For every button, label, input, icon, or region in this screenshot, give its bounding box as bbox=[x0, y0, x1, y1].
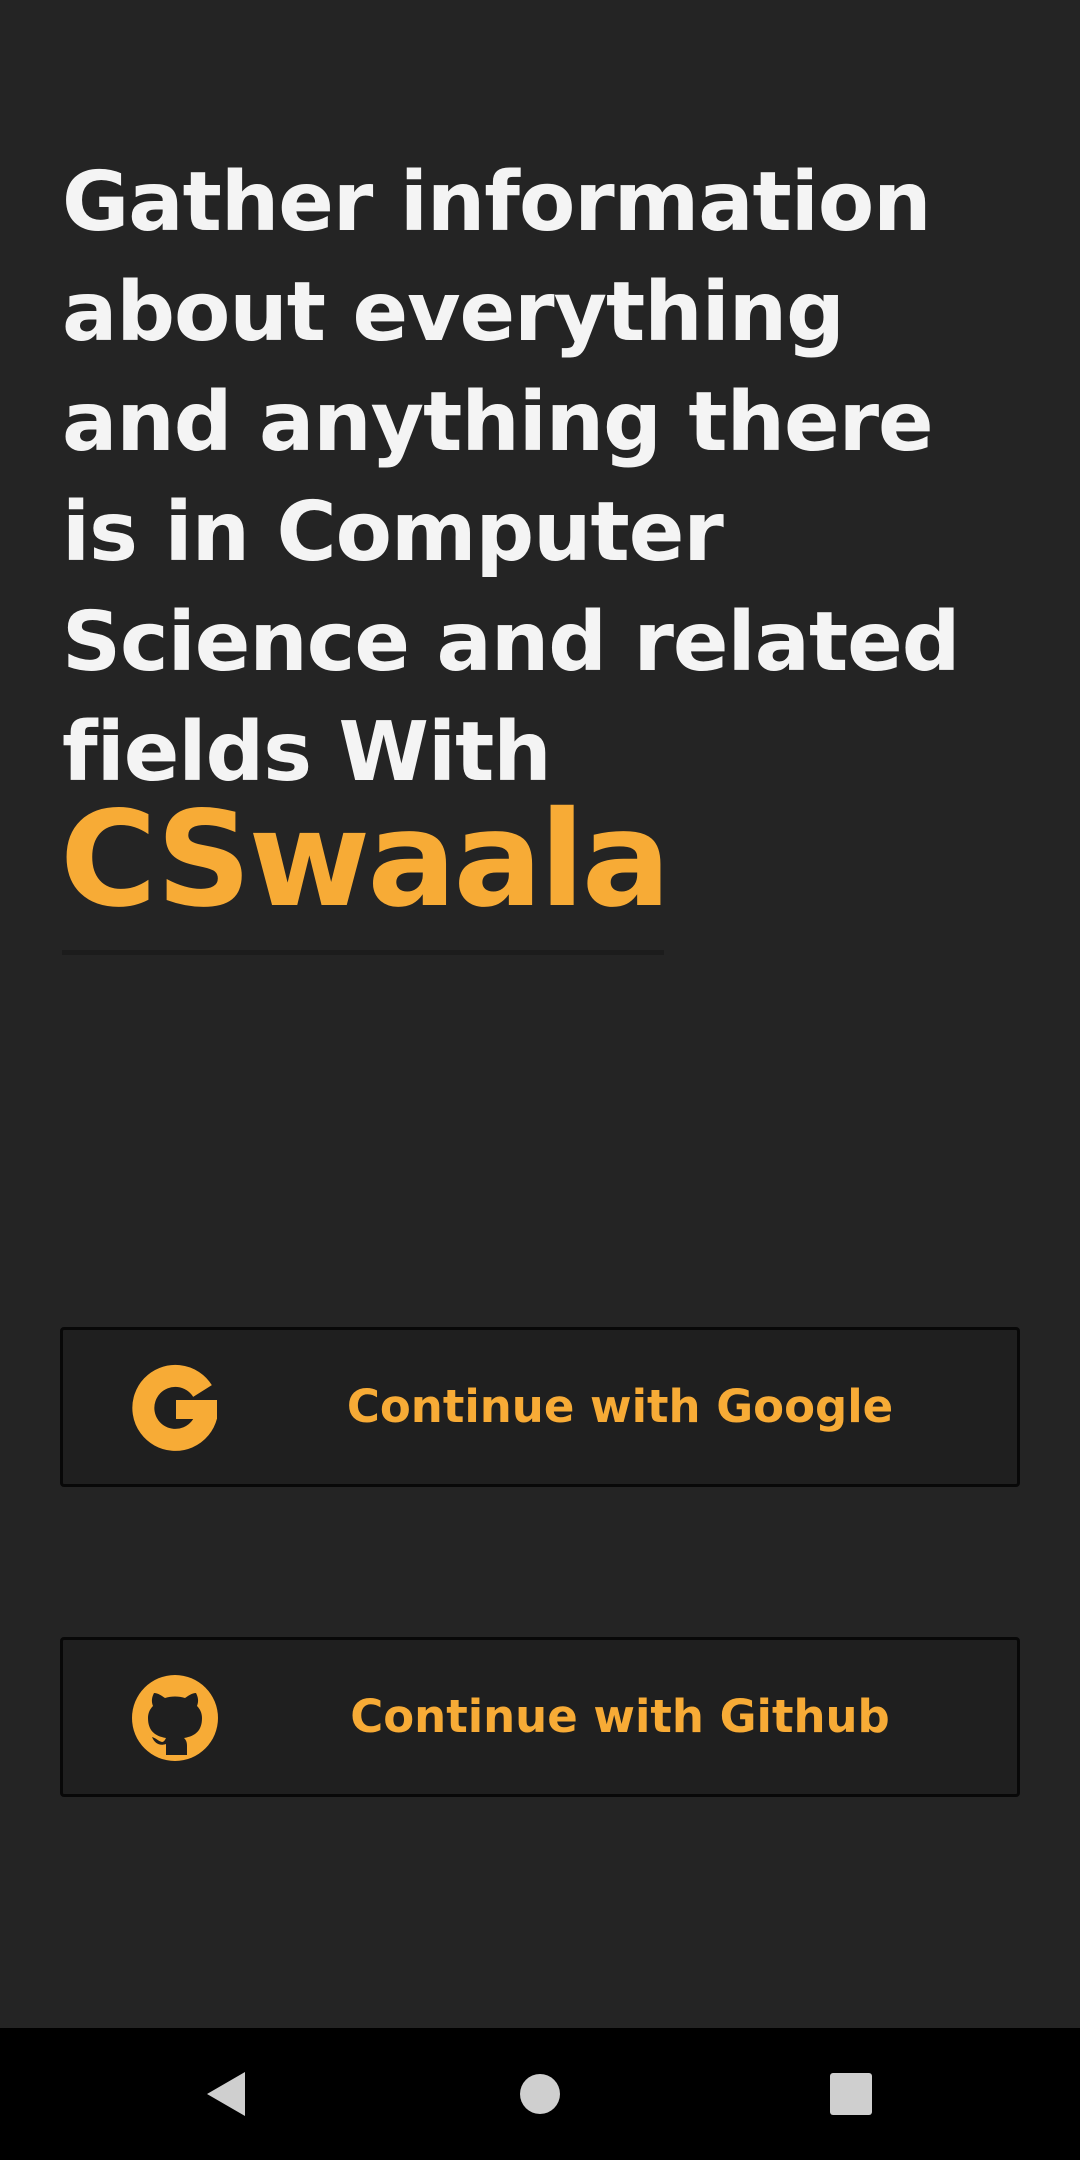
headline-line: Science and related bbox=[62, 595, 960, 690]
recents-square-icon bbox=[830, 2073, 872, 2115]
home-button[interactable] bbox=[500, 2054, 580, 2134]
system-navigation-bar bbox=[0, 2028, 1080, 2160]
headline-line: is in Computer bbox=[62, 485, 724, 580]
headline-line: and anything there bbox=[62, 375, 934, 470]
brand-underline bbox=[62, 950, 664, 955]
continue-with-github-button[interactable]: Continue with Github bbox=[60, 1637, 1020, 1797]
back-button[interactable] bbox=[187, 2054, 267, 2134]
github-icon bbox=[132, 1675, 218, 1761]
continue-with-github-label: Continue with Github bbox=[350, 1690, 890, 1743]
brand-name: CSwaala bbox=[60, 783, 671, 937]
continue-with-google-label: Continue with Google bbox=[346, 1380, 894, 1433]
headline: Gather information about everything and … bbox=[62, 148, 1052, 808]
continue-with-google-button[interactable]: Continue with Google bbox=[60, 1327, 1020, 1487]
home-circle-icon bbox=[520, 2074, 560, 2114]
google-icon bbox=[132, 1364, 217, 1451]
back-triangle-icon bbox=[207, 2072, 245, 2116]
headline-line: about everything bbox=[62, 265, 845, 360]
recents-button[interactable] bbox=[811, 2054, 891, 2134]
headline-line: Gather information bbox=[62, 155, 932, 250]
